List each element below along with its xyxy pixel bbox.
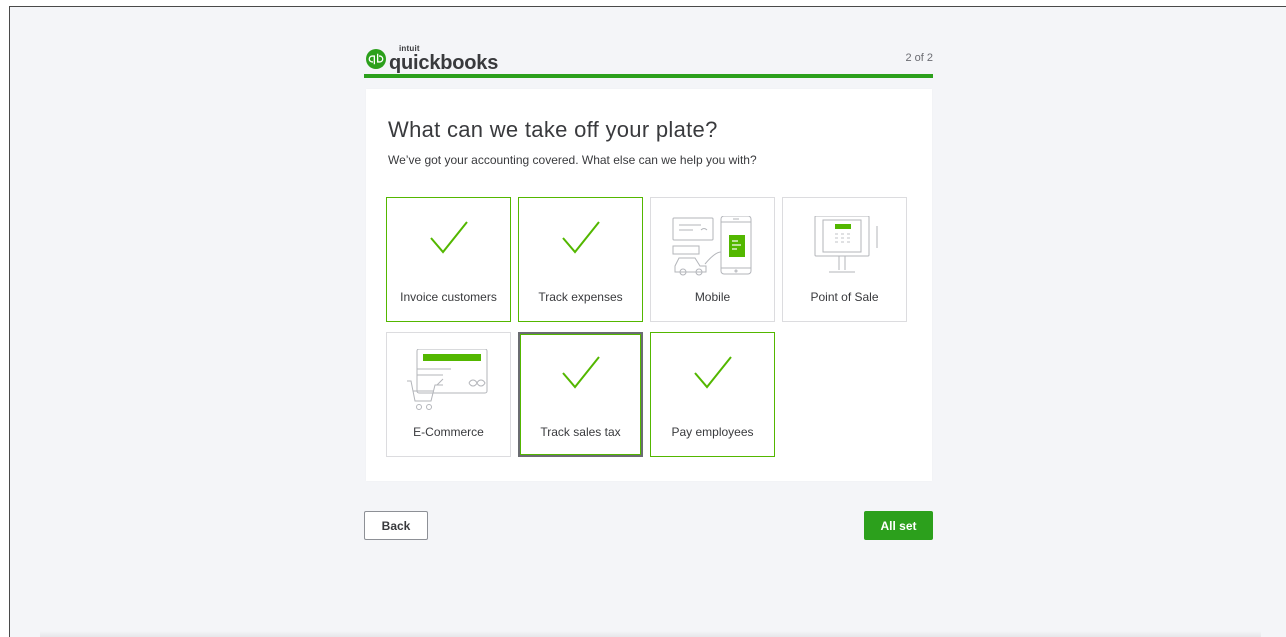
quickbooks-wordmark: quickbooks (389, 52, 499, 74)
page-subtitle: We’ve got your accounting covered. What … (388, 153, 757, 167)
option-track-expenses[interactable]: Track expenses (518, 197, 643, 322)
options-card: What can we take off your plate? We’ve g… (366, 89, 932, 481)
check-icon (429, 221, 468, 254)
bottom-shadow (40, 631, 1261, 637)
option-label: Pay employees (671, 425, 754, 439)
mobile-illustration-icon (672, 216, 751, 276)
option-point-of-sale[interactable]: Point of Sale (782, 197, 907, 322)
ecommerce-illustration-icon (406, 349, 487, 410)
logo-wordmark: intuit quickbooks (388, 42, 518, 74)
check-icon (561, 356, 600, 389)
qb-logo-icon (366, 49, 386, 69)
check-icon (561, 221, 600, 254)
option-label: Track expenses (538, 290, 623, 304)
option-mobile[interactable]: Mobile (650, 197, 775, 322)
option-label: Track sales tax (540, 425, 621, 439)
check-icon (693, 356, 732, 389)
all-set-button[interactable]: All set (864, 511, 933, 540)
option-label: Mobile (694, 290, 731, 304)
progress-bar (364, 74, 933, 78)
option-invoice-customers[interactable]: Invoice customers (386, 197, 511, 322)
header: intuit quickbooks 2 of 2 (364, 38, 933, 74)
option-label: Invoice customers (400, 290, 497, 304)
option-label: Point of Sale (810, 290, 879, 304)
option-e-commerce[interactable]: E-Commerce (386, 332, 511, 457)
page-title: What can we take off your plate? (388, 117, 718, 142)
point-of-sale-illustration-icon (814, 216, 877, 273)
step-indicator: 2 of 2 (905, 52, 933, 64)
option-label: E-Commerce (413, 425, 484, 439)
back-button[interactable]: Back (364, 511, 428, 540)
option-track-sales-tax[interactable]: Track sales tax (518, 332, 643, 457)
app-window: intuit quickbooks 2 of 2 What can we tak… (9, 6, 1286, 637)
option-pay-employees[interactable]: Pay employees (650, 332, 775, 457)
quickbooks-logo: intuit quickbooks (366, 42, 518, 74)
